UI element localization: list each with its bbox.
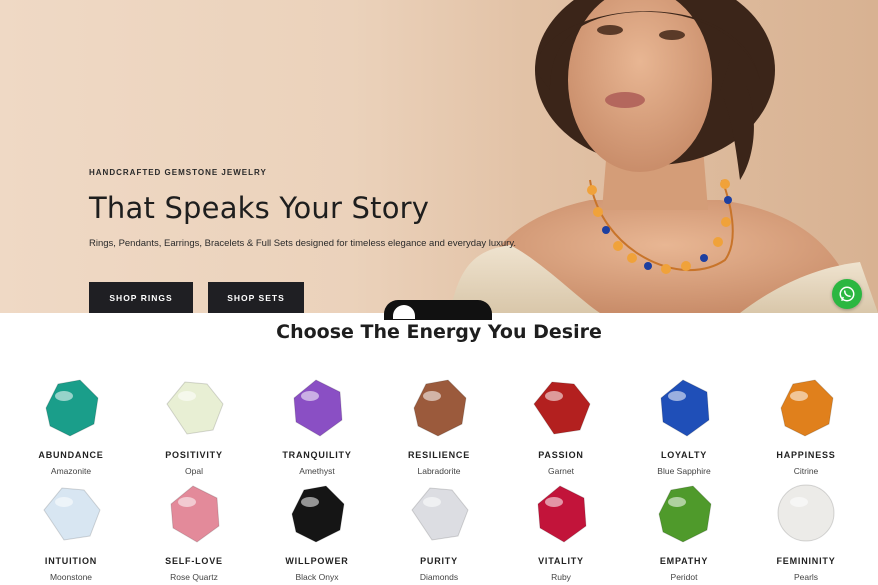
- gem-stone-label: Black Onyx: [295, 572, 339, 582]
- gem-stone-label: Blue Sapphire: [657, 466, 711, 476]
- gem-stone-label: Opal: [185, 466, 203, 476]
- gem-energy-label: HAPPINESS: [776, 450, 836, 460]
- gem-energy-label: PURITY: [420, 556, 458, 566]
- gem-energy-label: RESILIENCE: [407, 450, 470, 460]
- gem-item[interactable]: INTUITION Moonstone: [16, 480, 126, 582]
- gem-energy-label: SELF-LOVE: [165, 556, 223, 566]
- shop-sets-button[interactable]: SHOP SETS: [208, 282, 304, 313]
- hero-eyebrow: HANDCRAFTED GEMSTONE JEWELRY: [89, 168, 267, 177]
- gem-stone-label: Labradorite: [417, 466, 461, 476]
- gem-stone-label: Pearls: [793, 572, 819, 582]
- hero-title: That Speaks Your Story: [89, 191, 430, 225]
- labradorite-gem-icon: [413, 379, 467, 437]
- gem-energy-label: LOYALTY: [660, 450, 708, 460]
- gem-item[interactable]: RESILIENCE Labradorite: [384, 374, 494, 476]
- pearl-gem-icon: [777, 484, 835, 542]
- gem-energy-label: POSITIVITY: [165, 450, 223, 460]
- opal-gem-icon: [166, 381, 224, 435]
- gem-energy-label: ABUNDANCE: [38, 450, 104, 460]
- gem-stone-label: Moonstone: [49, 572, 93, 582]
- gem-item[interactable]: VITALITY Ruby: [506, 480, 616, 582]
- gem-item[interactable]: WILLPOWER Black Onyx: [262, 480, 372, 582]
- amethyst-gem-icon: [293, 379, 343, 437]
- hero-subtitle: Rings, Pendants, Earrings, Bracelets & F…: [89, 238, 517, 249]
- gem-energy-label: PASSION: [538, 450, 584, 460]
- gem-stone-label: Ruby: [551, 572, 571, 582]
- gem-energy-label: WILLPOWER: [285, 556, 349, 566]
- moonstone-gem-icon: [43, 487, 101, 541]
- onyx-gem-icon: [291, 485, 345, 543]
- gem-stone-label: Amethyst: [299, 466, 335, 476]
- gem-item[interactable]: TRANQUILITY Amethyst: [262, 374, 372, 476]
- gem-item[interactable]: HAPPINESS Citrine: [751, 374, 861, 476]
- gem-item[interactable]: POSITIVITY Opal: [139, 374, 249, 476]
- hero-banner: HANDCRAFTED GEMSTONE JEWELRY That Speaks…: [0, 0, 878, 313]
- gem-item[interactable]: PASSION Garnet: [506, 374, 616, 476]
- whatsapp-chat-button[interactable]: [832, 279, 862, 309]
- gem-item[interactable]: ABUNDANCE Amazonite: [16, 374, 126, 476]
- gem-item[interactable]: SELF-LOVE Rose Quartz: [139, 480, 249, 582]
- gem-energy-label: EMPATHY: [659, 556, 709, 566]
- gem-item[interactable]: PURITY Diamonds: [384, 480, 494, 582]
- ruby-gem-icon: [537, 485, 587, 543]
- gem-stone-label: Amazonite: [50, 466, 92, 476]
- gem-stone-label: Rose Quartz: [170, 572, 218, 582]
- gem-stone-label: Diamonds: [419, 572, 459, 582]
- shop-rings-button[interactable]: SHOP RINGS: [89, 282, 193, 313]
- whatsapp-icon: [839, 286, 855, 302]
- amazonite-gem-icon: [45, 379, 99, 437]
- gem-stone-label: Garnet: [548, 466, 574, 476]
- gem-energy-label: FEMININITY: [776, 556, 836, 566]
- gem-energy-label: VITALITY: [538, 556, 584, 566]
- section-title: Choose The Energy You Desire: [276, 321, 602, 343]
- diamond-gem-icon: [411, 487, 469, 541]
- gem-stone-label: Citrine: [793, 466, 819, 476]
- citrine-gem-icon: [780, 379, 834, 437]
- garnet-gem-icon: [533, 381, 591, 435]
- gem-energy-label: INTUITION: [44, 556, 98, 566]
- gem-energy-label: TRANQUILITY: [282, 450, 352, 460]
- model-portrait-image: [450, 0, 878, 313]
- gem-stone-label: Peridot: [670, 572, 698, 582]
- gem-item[interactable]: EMPATHY Peridot: [629, 480, 739, 582]
- gem-item[interactable]: FEMININITY Pearls: [751, 480, 861, 582]
- gem-item[interactable]: LOYALTY Blue Sapphire: [629, 374, 739, 476]
- rose-quartz-gem-icon: [170, 485, 220, 543]
- peridot-gem-icon: [658, 485, 712, 543]
- sapphire-gem-icon: [660, 379, 710, 437]
